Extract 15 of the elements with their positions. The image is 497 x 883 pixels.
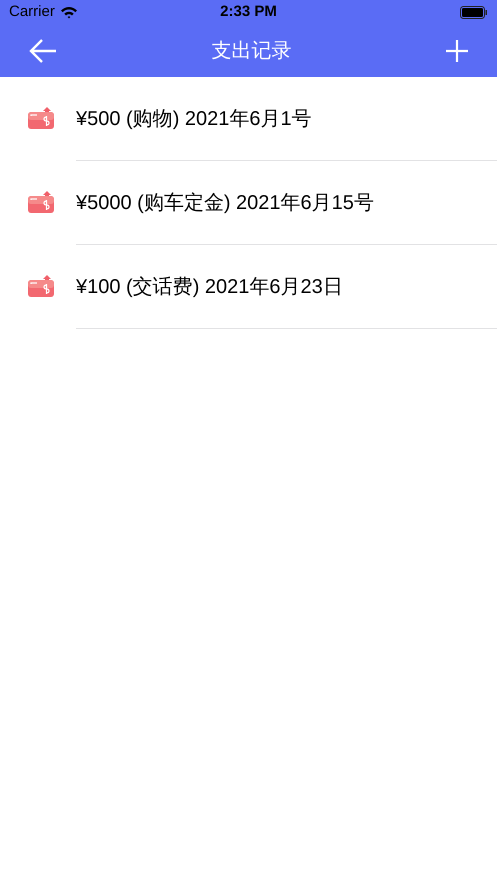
record-item[interactable]: ¥100 (交话费) 2021年6月23日 <box>0 245 497 329</box>
record-item[interactable]: ¥5000 (购车定金) 2021年6月15号 <box>0 161 497 245</box>
money-card-icon <box>27 106 55 130</box>
add-button[interactable] <box>445 39 469 63</box>
money-card-icon <box>27 190 55 214</box>
record-text: ¥500 (购物) 2021年6月1号 <box>76 106 312 132</box>
record-item[interactable]: ¥500 (购物) 2021年6月1号 <box>0 77 497 161</box>
wifi-icon <box>60 6 78 19</box>
page-title: 支出记录 <box>212 39 292 64</box>
battery-icon <box>460 6 488 19</box>
money-card-icon <box>27 274 55 298</box>
record-text: ¥5000 (购车定金) 2021年6月15号 <box>76 190 374 216</box>
status-time: 2:33 PM <box>220 2 277 22</box>
carrier-label: Carrier <box>9 2 55 22</box>
record-text: ¥100 (交话费) 2021年6月23日 <box>76 274 343 300</box>
